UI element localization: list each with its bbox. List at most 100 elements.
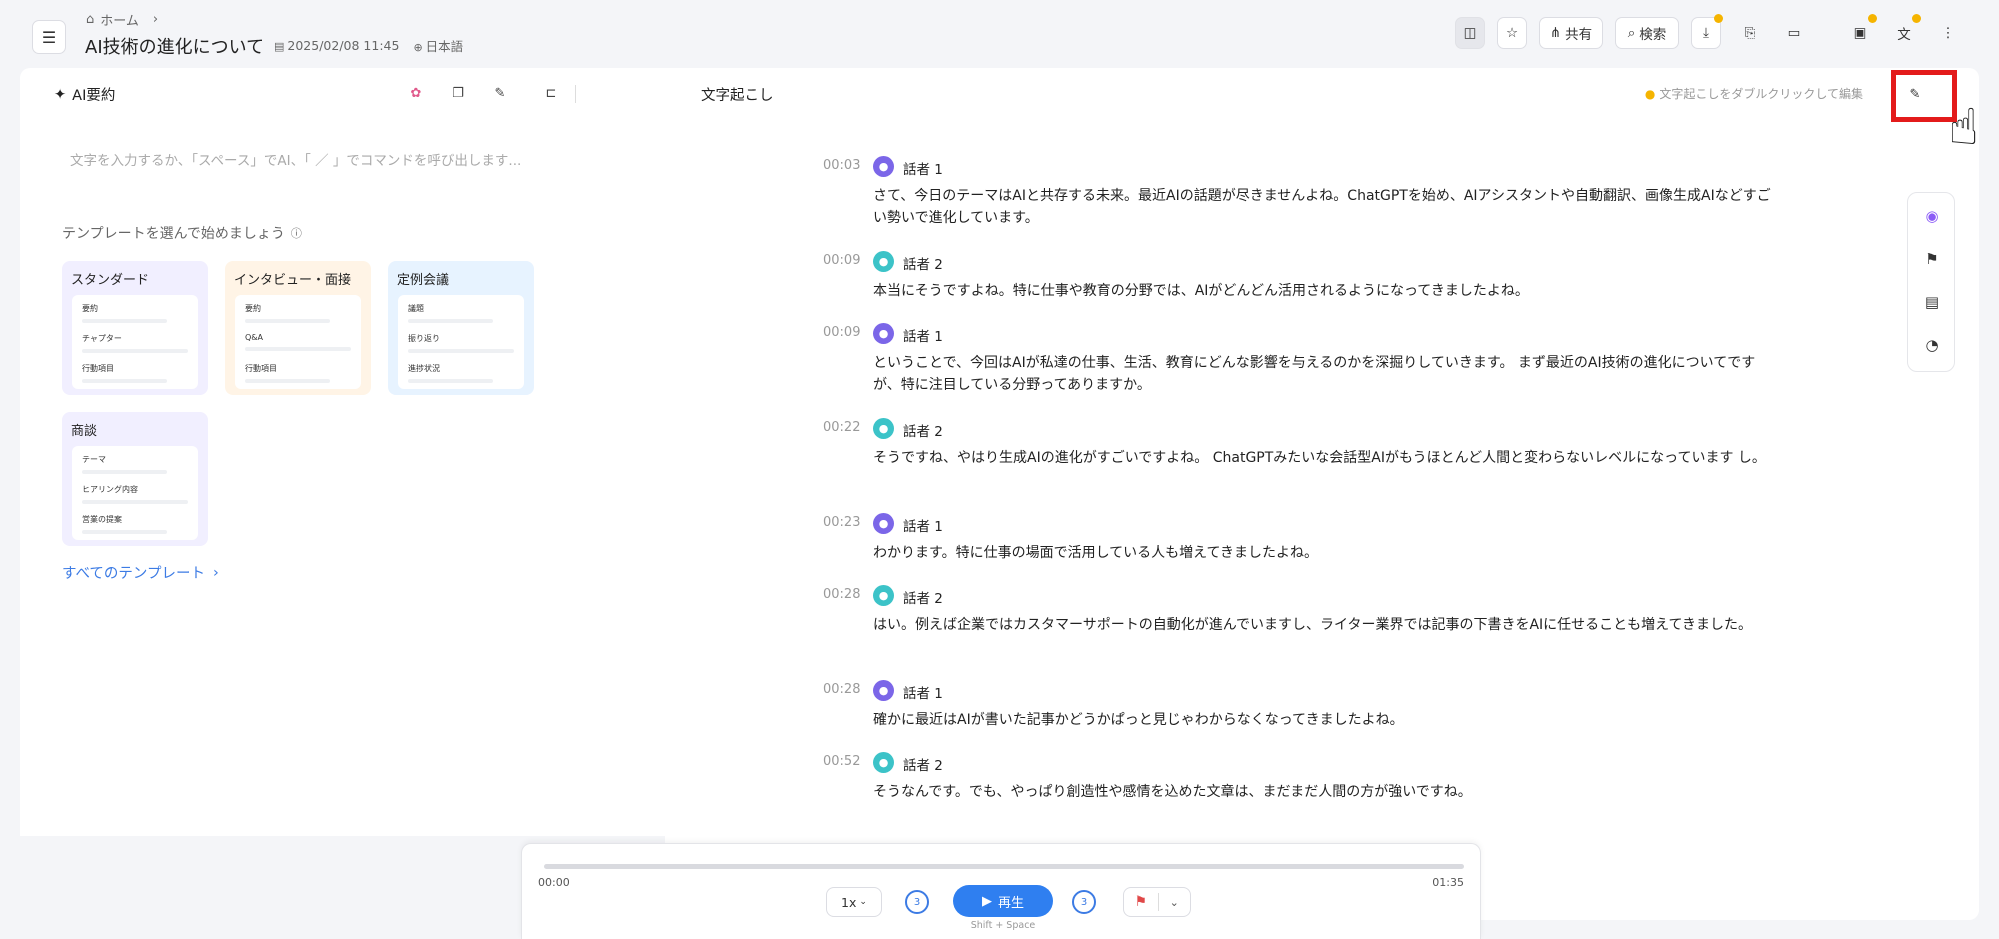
progress-slider[interactable] [544,864,1464,869]
current-time: 00:00 [538,876,570,889]
transcript-entry[interactable]: 00:28 ● 話者 2 はい。例えば企業ではカスタマーサポートの自動化が進んでいます… [823,585,1783,657]
copy-icon[interactable]: ❐ [447,82,469,104]
transcript-entry[interactable]: 00:28 ● 話者 1 確かに最近はAIが書いた記事かどうかぱっと見じゃわからなくな… [823,680,1783,731]
transcript-entry[interactable]: 00:09 ● 話者 2 本当にそうですよね。特に仕事や教育の分野では、AIがどんどん… [823,251,1783,302]
rewind-3-icon[interactable]: 3 [905,890,929,914]
ai-summary-header: ✦ AI要約 [54,84,115,105]
info-icon: ⓘ [290,227,302,240]
speaker-name[interactable]: 話者 2 [903,754,943,774]
badge-dot [1714,14,1723,23]
side-toolbar: ◉ ⚑ ▤ ◔ [1907,192,1955,372]
comment-icon[interactable]: ▤ [1921,291,1943,313]
speaker-name[interactable]: 話者 1 [903,682,943,702]
home-icon: ⌂ [86,12,95,27]
playback-speed-select[interactable]: 1x ⌄ [826,887,882,917]
edit-pencil-icon[interactable]: ✎ [1907,86,1923,102]
chat-edit-icon[interactable]: ✎ [489,82,511,104]
summary-input[interactable]: 文字を入力するか、「スペース」でAI、「 ／ 」でコマンドを呼び出します... [70,149,521,169]
timestamp[interactable]: 00:28 [823,682,860,697]
document-meta: ▤ 2025/02/08 11:45 ⊕ 日本語 [274,36,463,55]
transcript-entry[interactable]: 00:22 ● 話者 2 そうですね、やはり生成AIの進化がすごいですよね。 Chat… [823,418,1783,490]
search-button[interactable]: ⌕ 検索 [1615,17,1679,49]
transcript-text[interactable]: そうですね、やはり生成AIの進化がすごいですよね。 ChatGPTみたいな会話型… [873,447,1778,469]
star-icon[interactable]: ☆ [1497,17,1527,49]
timestamp[interactable]: 00:52 [823,754,860,769]
collapse-panel-icon[interactable]: ⊏ [540,82,562,104]
transcript-text[interactable]: そうなんです。でも、やっぱり創造性や感情を込めた文章は、まだまだ人間の方が強いで… [873,781,1778,803]
transcript-text[interactable]: ということで、今回はAIが私達の仕事、生活、教育にどんな影響を与えるのかを深掘り… [873,352,1778,396]
all-templates-link[interactable]: すべてのテンプレート › [62,562,219,583]
template-preview: 要約 チャプター 行動項目 [72,295,198,389]
share-label: 共有 [1565,27,1593,43]
globe-icon: ⊕ [413,41,423,54]
template-card-interview[interactable]: インタビュー・面接 要約 Q&A 行動項目 [225,261,371,395]
timestamp[interactable]: 00:09 [823,253,860,268]
speaker-name[interactable]: 話者 2 [903,253,943,273]
pointer-hand-icon: ☝ [1948,98,1979,156]
more-options-icon[interactable]: ⋮ [1933,17,1963,49]
color-palette-icon[interactable]: ✿ [405,82,427,104]
folder-icon[interactable]: ▭ [1779,17,1809,49]
speaker-name[interactable]: 話者 2 [903,420,943,440]
hamburger-menu-icon[interactable]: ☰ [32,20,66,54]
document-language[interactable]: 日本語 [426,39,464,54]
forward-3-icon[interactable]: 3 [1072,890,1096,914]
bookmark-add-icon[interactable]: ⚑ [1921,248,1943,270]
bookmark-control: ⚑ ⌄ [1123,887,1191,917]
transcript-text[interactable]: 確かに最近はAIが書いた記事かどうかぱっと見じゃわからなくなってきましたよね。 [873,709,1778,731]
speaker-avatar-icon: ● [873,156,894,177]
timestamp[interactable]: 00:03 [823,158,860,173]
speaker-name[interactable]: 話者 1 [903,325,943,345]
transcript-text[interactable]: さて、今日のテーマはAIと共存する未来。最近AIの話題が尽きませんよね。Chat… [873,185,1778,229]
download-icon[interactable]: ⤓ [1691,14,1723,49]
template-preview: 議題 振り返り 進捗状況 [398,295,524,389]
chevron-right-icon: › [152,12,159,27]
template-card-regular-meeting[interactable]: 定例会議 議題 振り返り 進捗状況 [388,261,534,395]
breadcrumb-home[interactable]: ホーム [100,10,139,29]
speaker-avatar-icon: ● [873,418,894,439]
speaker-name[interactable]: 話者 1 [903,158,943,178]
transcript-title: 文字起こし [701,88,774,104]
template-card-sales[interactable]: 商談 テーマ ヒアリング内容 営業の提案 [62,412,208,546]
template-card-title: インタビュー・面接 [234,273,352,288]
transcript-entry[interactable]: 00:23 ● 話者 1 わかります。特に仕事の場面で活用している人も増えてきましたよ… [823,513,1783,564]
speaker-name[interactable]: 話者 2 [903,587,943,607]
transcript-entry[interactable]: 00:52 ● 話者 2 そうなんです。でも、やっぱり創造性や感情を込めた文章は、まだ… [823,752,1783,803]
badge-dot [1868,14,1877,23]
header-toolbar: ◫ ☆ ⋔ 共有 ⌕ 検索 ⤓ ⎘ ▭ ▣ 文 ⋮ [1000,14,1999,51]
transcript-text[interactable]: わかります。特に仕事の場面で活用している人も増えてきましたよね。 [873,542,1778,564]
speaker-avatar-icon: ● [873,585,894,606]
speaker-name[interactable]: 話者 1 [903,515,943,535]
chevron-down-icon[interactable]: ⌄ [1158,896,1190,909]
bookmark-icon[interactable]: ⚑ [1124,894,1158,910]
translate-icon[interactable]: 文 [1889,14,1921,49]
save-icon[interactable]: ▣ [1845,14,1877,49]
ai-assistant-icon[interactable]: ◉ [1921,205,1943,227]
play-icon: ▶ [981,893,992,909]
export-icon[interactable]: ⎘ [1735,17,1765,49]
transcript-entry[interactable]: 00:03 ● 話者 1 さて、今日のテーマはAIと共存する未来。最近AIの話題が尽き… [823,156,1783,229]
divider [575,85,576,103]
ai-summary-actions: ✿ ❐ ✎ ⊏ [405,82,665,106]
play-shortcut: Shift + Space [970,920,1036,931]
search-icon: ⌕ [1627,25,1636,41]
pie-chart-icon[interactable]: ◔ [1921,334,1943,356]
timestamp[interactable]: 00:09 [823,325,860,340]
share-button[interactable]: ⋔ 共有 [1539,17,1603,49]
sparkle-icon: ✦ [54,86,67,103]
timestamp[interactable]: 00:22 [823,420,860,435]
speaker-avatar-icon: ● [873,680,894,701]
page-title[interactable]: AI技術の進化について [85,33,264,59]
transcript-panel: 文字起こし ● 文字起こしをダブルクリックして編集 ✎ ☝ 00:03 ● 話者 1… [665,68,1979,920]
speaker-avatar-icon: ● [873,323,894,344]
breadcrumb: ⌂ ホーム › [86,10,158,29]
timestamp[interactable]: 00:28 [823,587,860,602]
timestamp[interactable]: 00:23 [823,515,860,530]
transcript-entry[interactable]: 00:09 ● 話者 1 ということで、今回はAIが私達の仕事、生活、教育にどんな影響… [823,323,1783,396]
panel-toggle-icon[interactable]: ◫ [1455,17,1485,49]
template-card-standard[interactable]: スタンダード 要約 チャプター 行動項目 [62,261,208,395]
transcript-text[interactable]: 本当にそうですよね。特に仕事や教育の分野では、AIがどんどん活用されるようになっ… [873,280,1778,302]
chevron-right-icon: › [212,564,219,581]
play-button[interactable]: ▶ 再生 [953,885,1053,917]
transcript-text[interactable]: はい。例えば企業ではカスタマーサポートの自動化が進んでいますし、ライター業界では… [873,614,1778,636]
